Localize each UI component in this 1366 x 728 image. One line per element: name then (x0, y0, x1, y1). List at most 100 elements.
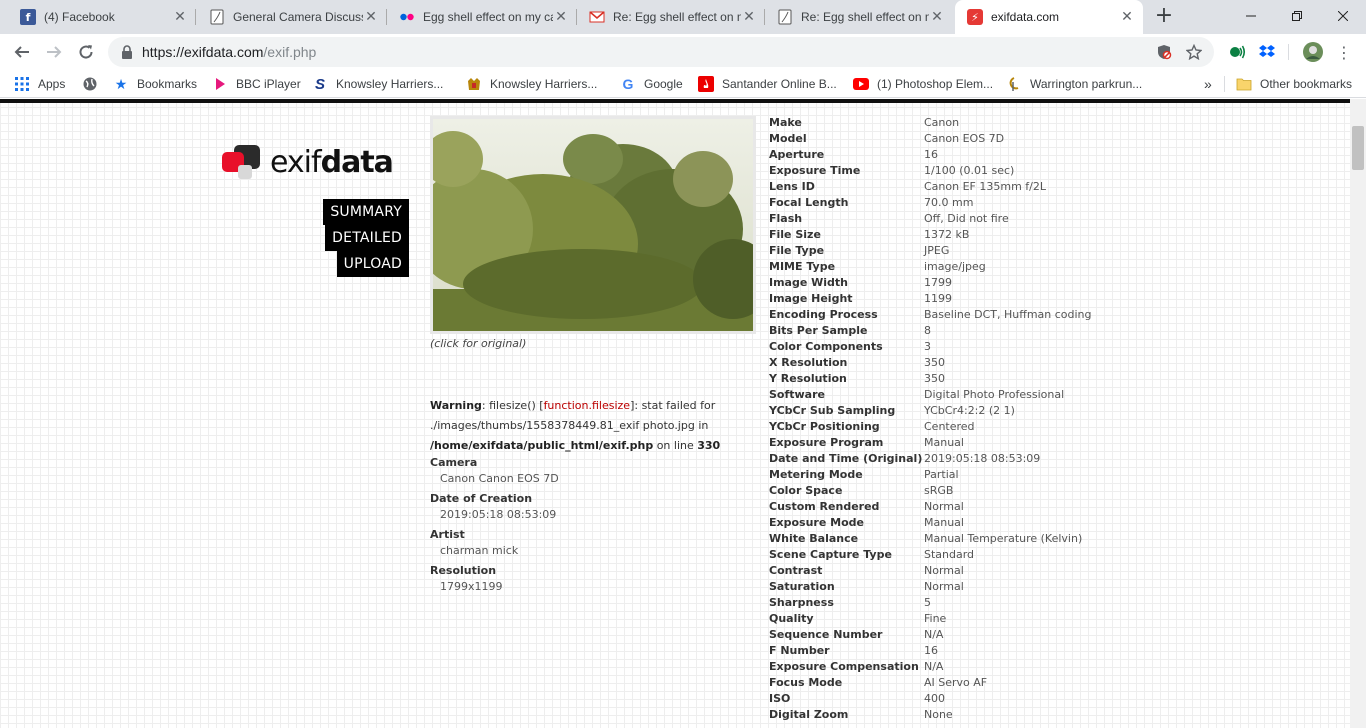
menu-summary[interactable]: SUMMARY (323, 199, 409, 225)
exif-key: White Balance (769, 532, 859, 545)
exif-row: Scene Capture Type Standard (769, 547, 1092, 563)
exif-value: image/jpeg (924, 260, 986, 273)
bookmark-photoshop[interactable]: (1) Photoshop Elem... (853, 74, 993, 94)
exif-key: Exposure Compensation (769, 660, 919, 673)
bookmark-knowsley-2[interactable]: Knowsley Harriers... (466, 74, 597, 94)
menu-upload[interactable]: UPLOAD (336, 251, 409, 277)
youtube-icon (853, 76, 869, 92)
photo-thumbnail[interactable] (430, 116, 756, 334)
star-icon: ★ (114, 75, 128, 92)
page-icon (209, 9, 225, 25)
warning-function-link[interactable]: function.filesize (544, 399, 631, 412)
other-bookmarks-folder[interactable]: Other bookmarks (1236, 74, 1352, 94)
summary-label: Camera (430, 456, 478, 469)
exif-value: Canon (924, 116, 960, 129)
close-icon[interactable]: ✕ (929, 9, 945, 25)
page-top-bar (0, 99, 1350, 103)
reload-icon[interactable] (72, 38, 100, 66)
exif-value: 8 (924, 324, 931, 337)
exif-value: 70.0 mm (924, 196, 974, 209)
exif-row: File Type JPEG (769, 243, 1092, 259)
bookmarks-bar: Apps ★ Bookmarks BBC iPlayer S Knowsley … (0, 70, 1366, 98)
exif-key: X Resolution (769, 356, 848, 369)
summary-value: Canon Canon EOS 7D (440, 472, 559, 485)
exif-row: Encoding Process Baseline DCT, Huffman co… (769, 307, 1092, 323)
tab-title: General Camera Discussion (233, 10, 363, 24)
bookmark-google[interactable]: G Google (620, 74, 683, 94)
exif-row: Contrast Normal (769, 563, 1092, 579)
bookmark-santander[interactable]: Santander Online B... (698, 74, 837, 94)
tab-general-camera[interactable]: General Camera Discussion ✕ (197, 0, 387, 34)
exif-key: Exposure Mode (769, 516, 864, 529)
logo-text: exifdata (270, 145, 394, 180)
close-window-icon[interactable] (1320, 0, 1366, 32)
forward-icon[interactable] (40, 38, 68, 66)
exif-value: Digital Photo Professional (924, 388, 1065, 401)
exif-value: Normal (924, 564, 964, 577)
new-tab-button[interactable]: + (1150, 5, 1178, 29)
tab-gmail[interactable]: Re: Egg shell effect on my camera ✕ (577, 0, 765, 34)
crest-icon (466, 76, 482, 92)
exif-value: Fine (924, 612, 947, 625)
bookmark-bookmarks[interactable]: ★ Bookmarks (113, 74, 197, 94)
exif-key: YCbCr Sub Sampling (769, 404, 896, 417)
bookmark-knowsley-1[interactable]: S Knowsley Harriers... (312, 74, 443, 94)
exif-row: White Balance Manual Temperature (Kelvin) (769, 531, 1092, 547)
exif-row: Quality Fine (769, 611, 1092, 627)
minimize-icon[interactable] (1228, 0, 1274, 32)
exif-key: MIME Type (769, 260, 836, 273)
exif-key: Image Width (769, 276, 849, 289)
bookmark-label: BBC iPlayer (236, 77, 301, 91)
exif-row: Sequence Number N/A (769, 627, 1092, 643)
back-icon[interactable] (8, 38, 36, 66)
close-icon[interactable]: ✕ (363, 9, 379, 25)
tab-separator (195, 9, 196, 25)
exif-row: X Resolution 350 (769, 355, 1092, 371)
bookmark-globe[interactable] (82, 74, 106, 94)
warning-line: 330 (697, 439, 721, 452)
shield-block-icon[interactable] (1156, 44, 1172, 60)
tab-egg-shell[interactable]: Re: Egg shell effect on my camera ✕ (765, 0, 953, 34)
exifdata-logo[interactable]: exifdata (220, 141, 394, 183)
warning-label: Warning (430, 399, 482, 412)
exif-key: Model (769, 132, 807, 145)
close-icon[interactable]: ✕ (553, 9, 569, 25)
tab-title: Re: Egg shell effect on my camera (613, 10, 741, 24)
scrollbar-thumb[interactable] (1352, 126, 1364, 170)
page-scrollbar[interactable] (1350, 99, 1366, 728)
warning-text: : filesize() [ (481, 399, 544, 412)
extension-green-icon[interactable] (1228, 43, 1246, 61)
bookmark-apps[interactable]: Apps (14, 74, 65, 94)
apps-grid-icon (14, 76, 30, 92)
bookmarks-overflow-chevron[interactable]: » (1204, 74, 1212, 94)
dropbox-icon[interactable] (1258, 43, 1276, 61)
tab-exifdata[interactable]: ⚡ exifdata.com ✕ (955, 0, 1143, 34)
exif-key: Exposure Time (769, 164, 861, 177)
bookmark-bbc-iplayer[interactable]: BBC iPlayer (212, 74, 301, 94)
bookmark-parkrun[interactable]: Warrington parkrun... (1006, 74, 1142, 94)
exif-row: F Number 16 (769, 643, 1092, 659)
exif-row: Exposure Program Manual (769, 435, 1092, 451)
exif-value: sRGB (924, 484, 954, 497)
exif-row: Lens ID Canon EF 135mm f/2L (769, 179, 1092, 195)
exif-key: File Size (769, 228, 821, 241)
exif-row: MIME Type image/jpeg (769, 259, 1092, 275)
close-icon[interactable]: ✕ (741, 9, 757, 25)
restore-icon[interactable] (1274, 0, 1320, 32)
menu-kebab-icon[interactable]: ⋮ (1330, 38, 1358, 66)
exif-value: 1199 (924, 292, 952, 305)
knowsley-s-icon: S (314, 75, 325, 93)
profile-avatar-icon[interactable] (1303, 42, 1323, 62)
summary-label: Artist (430, 528, 465, 541)
tab-flickr[interactable]: Egg shell effect on my camera ✕ (387, 0, 577, 34)
close-icon[interactable]: ✕ (1119, 9, 1135, 25)
exif-key: Exposure Program (769, 436, 884, 449)
exif-value: Manual (924, 516, 964, 529)
star-icon[interactable] (1186, 44, 1202, 60)
exif-row: Focal Length 70.0 mm (769, 195, 1092, 211)
menu-detailed[interactable]: DETAILED (325, 225, 409, 251)
exif-row: Metering Mode Partial (769, 467, 1092, 483)
address-bar[interactable]: https://exifdata.com/exif.php (108, 37, 1214, 67)
tab-facebook[interactable]: f (4) Facebook ✕ (8, 0, 196, 34)
close-icon[interactable]: ✕ (172, 9, 188, 25)
